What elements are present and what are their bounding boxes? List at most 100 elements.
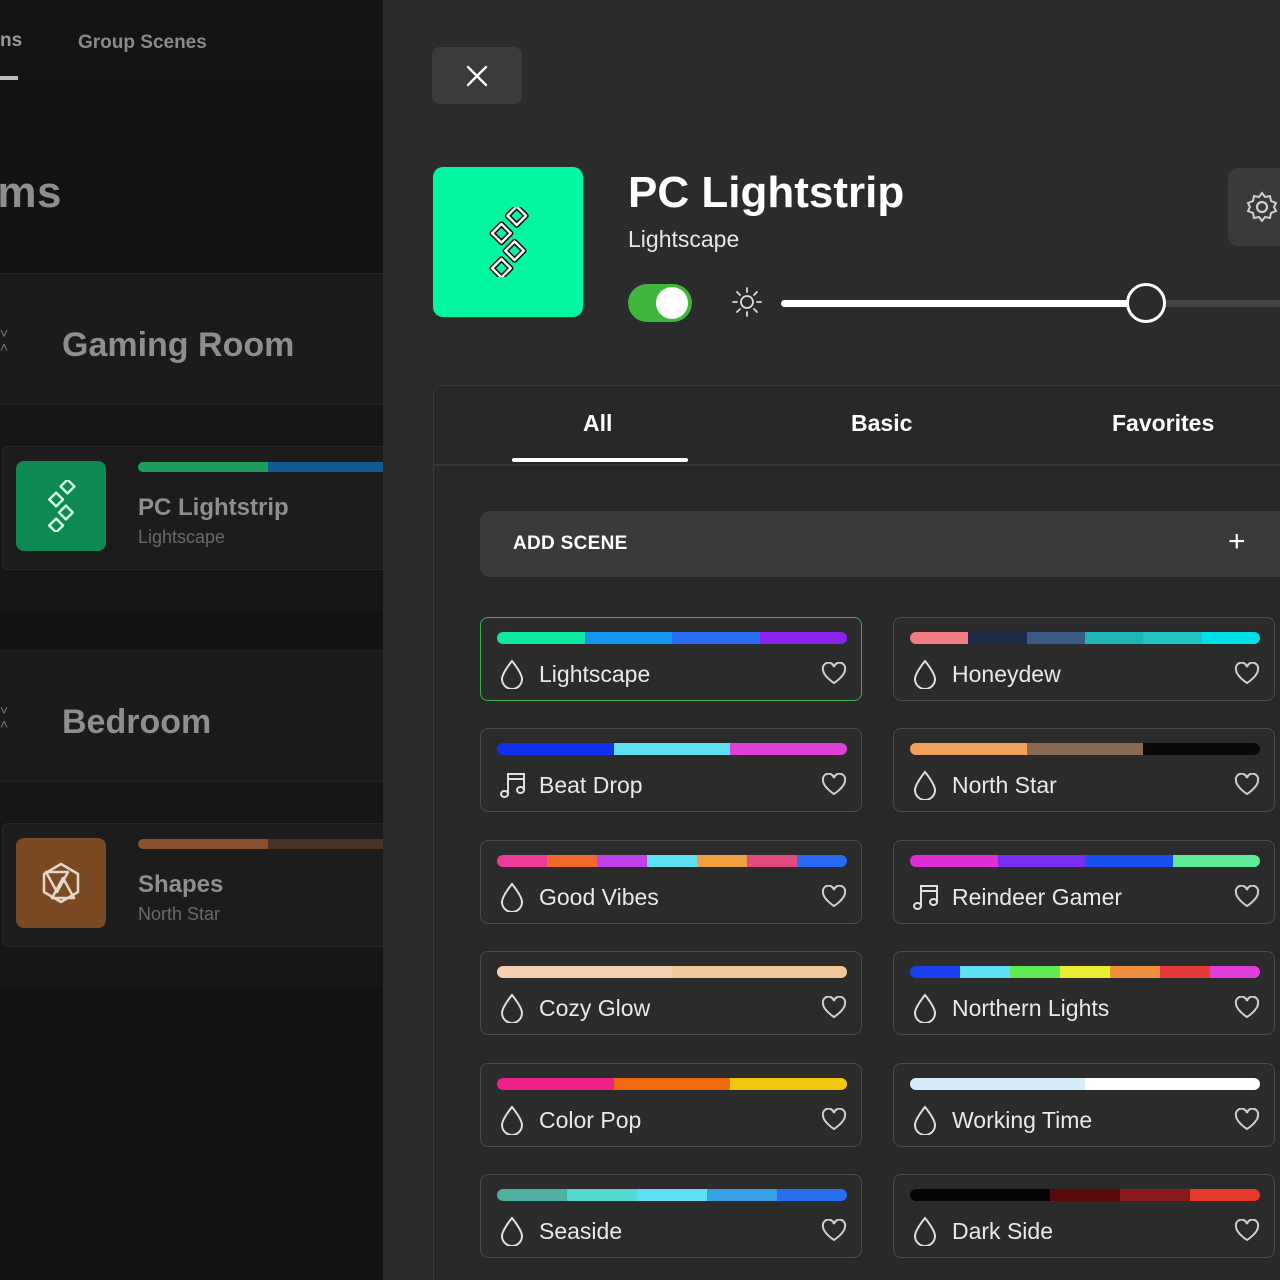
scene-card[interactable]: Lightscape bbox=[480, 617, 862, 701]
brightness-slider[interactable] bbox=[781, 283, 1280, 323]
toggle-knob bbox=[656, 287, 688, 319]
drop-icon bbox=[499, 1105, 525, 1136]
shapes-icon bbox=[16, 838, 106, 928]
drop-icon bbox=[912, 1216, 938, 1247]
rooms-panel: ns Group Scenes oms ˅˄ Gaming Room PC Li… bbox=[0, 0, 383, 1280]
tab-basic[interactable]: Basic bbox=[851, 410, 912, 437]
scene-card[interactable]: North Star bbox=[893, 728, 1275, 813]
nav-tab-partial[interactable]: ns bbox=[0, 30, 22, 52]
scene-card[interactable]: Color Pop bbox=[480, 1062, 862, 1147]
device-color-bar bbox=[138, 839, 383, 849]
device-current-scene: Lightscape bbox=[628, 226, 740, 252]
rooms-title: oms bbox=[0, 168, 62, 217]
scene-name: Good Vibes bbox=[539, 883, 659, 910]
favorite-heart-icon[interactable] bbox=[1234, 773, 1260, 802]
brightness-slider-fill bbox=[781, 300, 1145, 307]
device-color-bar bbox=[138, 462, 383, 472]
scene-name: Beat Drop bbox=[539, 772, 643, 799]
device-icon bbox=[433, 167, 583, 317]
drop-icon bbox=[912, 659, 938, 690]
room-name: Bedroom bbox=[62, 703, 212, 741]
collapse-chevron-icon[interactable]: ˅ ˄ bbox=[0, 326, 14, 354]
favorite-heart-icon[interactable] bbox=[821, 661, 847, 691]
device-scene: North Star bbox=[138, 904, 221, 924]
scene-name: Reindeer Gamer bbox=[952, 883, 1123, 910]
top-nav: ns Group Scenes bbox=[0, 0, 383, 80]
favorite-heart-icon[interactable] bbox=[1234, 1107, 1260, 1137]
device-scene: Lightscape bbox=[138, 527, 226, 547]
scene-name: Working Time bbox=[952, 1106, 1093, 1133]
favorite-heart-icon[interactable] bbox=[821, 1218, 847, 1248]
scene-color-bar bbox=[497, 1077, 847, 1090]
favorite-heart-icon[interactable] bbox=[821, 1107, 847, 1137]
scene-name: Dark Side bbox=[952, 1218, 1053, 1244]
power-toggle[interactable] bbox=[628, 284, 692, 322]
scene-name: Cozy Glow bbox=[539, 995, 651, 1022]
scene-name: North Star bbox=[952, 772, 1057, 799]
scene-card[interactable]: Working Time bbox=[893, 1062, 1275, 1147]
scene-card[interactable]: Reindeer Gamer bbox=[893, 839, 1275, 924]
scene-color-bar bbox=[910, 632, 1260, 644]
lightstrip-icon bbox=[16, 461, 106, 551]
brightness-slider-handle[interactable] bbox=[1126, 283, 1166, 323]
scene-color-bar bbox=[910, 1189, 1260, 1201]
device-card-pc-lightstrip[interactable]: PC Lightstrip Lightscape bbox=[2, 446, 383, 570]
drop-icon bbox=[499, 993, 525, 1025]
scene-color-bar bbox=[497, 966, 847, 979]
device-title: PC Lightstrip bbox=[628, 168, 905, 217]
music-note-icon bbox=[912, 882, 938, 912]
scene-card[interactable]: Honeydew bbox=[893, 617, 1275, 701]
close-button[interactable] bbox=[432, 47, 522, 104]
drop-icon bbox=[499, 1216, 525, 1247]
tab-all[interactable]: All bbox=[583, 410, 612, 437]
favorite-heart-icon[interactable] bbox=[821, 773, 847, 802]
plus-icon: + bbox=[1228, 525, 1246, 558]
scene-color-bar bbox=[497, 743, 847, 756]
scene-color-bar bbox=[497, 632, 847, 644]
scene-name: Northern Lights bbox=[952, 995, 1110, 1022]
drop-icon bbox=[912, 1105, 938, 1136]
drop-icon bbox=[499, 882, 525, 913]
device-name: PC Lightstrip bbox=[138, 494, 289, 521]
device-name: Shapes bbox=[138, 871, 224, 898]
drop-icon bbox=[499, 659, 525, 690]
scene-color-bar bbox=[910, 854, 1260, 867]
scene-color-bar bbox=[497, 1189, 847, 1201]
favorite-heart-icon[interactable] bbox=[1234, 884, 1260, 914]
close-icon bbox=[466, 65, 488, 86]
settings-button[interactable] bbox=[1228, 168, 1280, 246]
drop-icon bbox=[912, 770, 938, 802]
favorite-heart-icon[interactable] bbox=[1234, 995, 1260, 1025]
tab-favorites[interactable]: Favorites bbox=[1112, 410, 1214, 437]
favorite-heart-icon[interactable] bbox=[821, 995, 847, 1025]
scene-name: Seaside bbox=[539, 1218, 623, 1244]
scene-card[interactable]: Seaside bbox=[480, 1174, 862, 1258]
add-scene-button[interactable]: ADD SCENE + bbox=[480, 511, 1280, 577]
add-scene-label: ADD SCENE bbox=[513, 533, 628, 554]
scene-card[interactable]: Good Vibes bbox=[480, 839, 862, 924]
nav-tab-group-scenes[interactable]: Group Scenes bbox=[78, 32, 207, 54]
device-card-shapes[interactable]: Shapes North Star bbox=[2, 823, 383, 947]
scene-color-bar bbox=[910, 966, 1260, 979]
nav-tab-underline bbox=[0, 76, 18, 80]
room-header-bedroom[interactable]: ˅ ˄ Bedroom bbox=[0, 650, 383, 782]
scene-tabs: All Basic Favorites bbox=[434, 386, 1280, 466]
scene-list: All Basic Favorites ADD SCENE + Lightsca… bbox=[433, 385, 1280, 1280]
room-header-gaming[interactable]: ˅ ˄ Gaming Room bbox=[0, 273, 383, 405]
lightstrip-icon bbox=[489, 207, 529, 277]
gear-icon bbox=[1246, 191, 1278, 223]
scene-card[interactable]: Northern Lights bbox=[893, 951, 1275, 1036]
scene-name: Honeydew bbox=[952, 661, 1061, 687]
favorite-heart-icon[interactable] bbox=[821, 884, 847, 914]
favorite-heart-icon[interactable] bbox=[1234, 661, 1260, 691]
room-name: Gaming Room bbox=[62, 326, 295, 364]
brightness-sun-icon bbox=[732, 287, 762, 317]
scene-card[interactable]: Dark Side bbox=[893, 1174, 1275, 1258]
favorite-heart-icon[interactable] bbox=[1234, 1218, 1260, 1248]
collapse-chevron-icon[interactable]: ˅ ˄ bbox=[0, 703, 14, 731]
scene-name: Lightscape bbox=[539, 661, 651, 687]
scene-color-bar bbox=[910, 1077, 1260, 1090]
scene-card[interactable]: Cozy Glow bbox=[480, 951, 862, 1036]
scene-card[interactable]: Beat Drop bbox=[480, 728, 862, 813]
device-detail-panel: PC Lightstrip Lightscape All Basic Favor… bbox=[383, 0, 1280, 1280]
